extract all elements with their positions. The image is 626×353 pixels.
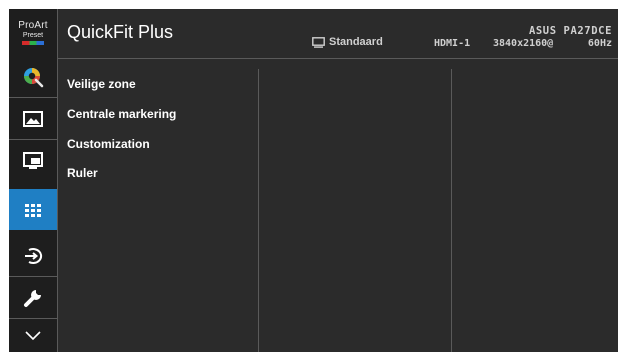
sidebar: ProArt Preset	[9, 9, 57, 352]
sidebar-item-system[interactable]	[9, 277, 57, 318]
column-divider-2	[451, 69, 452, 352]
menu-item-safe-zone[interactable]: Veilige zone	[67, 77, 136, 91]
menu-item-ruler[interactable]: Ruler	[67, 166, 98, 180]
refresh-rate: 60Hz	[587, 38, 612, 49]
column-divider-1	[258, 69, 259, 352]
brand-line2: Preset	[22, 31, 44, 39]
sidebar-item-pip[interactable]	[9, 140, 57, 181]
color-palette-icon	[24, 67, 44, 87]
monitor-icon	[312, 36, 325, 48]
sidebar-item-color[interactable]	[9, 56, 57, 97]
brand-line1: ProArt	[18, 19, 48, 31]
menu-item-center-marker[interactable]: Centrale markering	[67, 107, 176, 121]
sidebar-item-input[interactable]	[9, 235, 57, 276]
quickfit-grid-icon	[25, 203, 41, 217]
input-source: HDMI-1	[434, 38, 471, 49]
sidebar-item-more[interactable]	[9, 319, 57, 352]
sidebar-item-quickfit[interactable]	[9, 189, 57, 230]
page-title: QuickFit Plus	[67, 22, 174, 42]
osd-panel: ProArt Preset QuickFit Plus Standaard AS…	[9, 9, 618, 352]
preset-mode: Standaard	[312, 36, 383, 48]
sidebar-edge	[57, 9, 58, 352]
chevron-down-icon	[25, 330, 41, 340]
resolution: 3840x2160@	[493, 38, 554, 49]
image-icon	[23, 110, 43, 127]
pip-icon	[23, 151, 43, 169]
rgb-bar	[22, 40, 44, 45]
menu-item-customization[interactable]: Customization	[67, 137, 150, 151]
sidebar-item-image[interactable]	[9, 98, 57, 139]
header-divider	[57, 58, 618, 59]
proart-preset-logo[interactable]: ProArt Preset	[9, 9, 57, 56]
model-name: ASUS PA27DCE	[528, 25, 612, 37]
wrench-icon	[24, 289, 41, 307]
input-select-icon	[25, 247, 43, 264]
preset-mode-label: Standaard	[329, 36, 383, 48]
